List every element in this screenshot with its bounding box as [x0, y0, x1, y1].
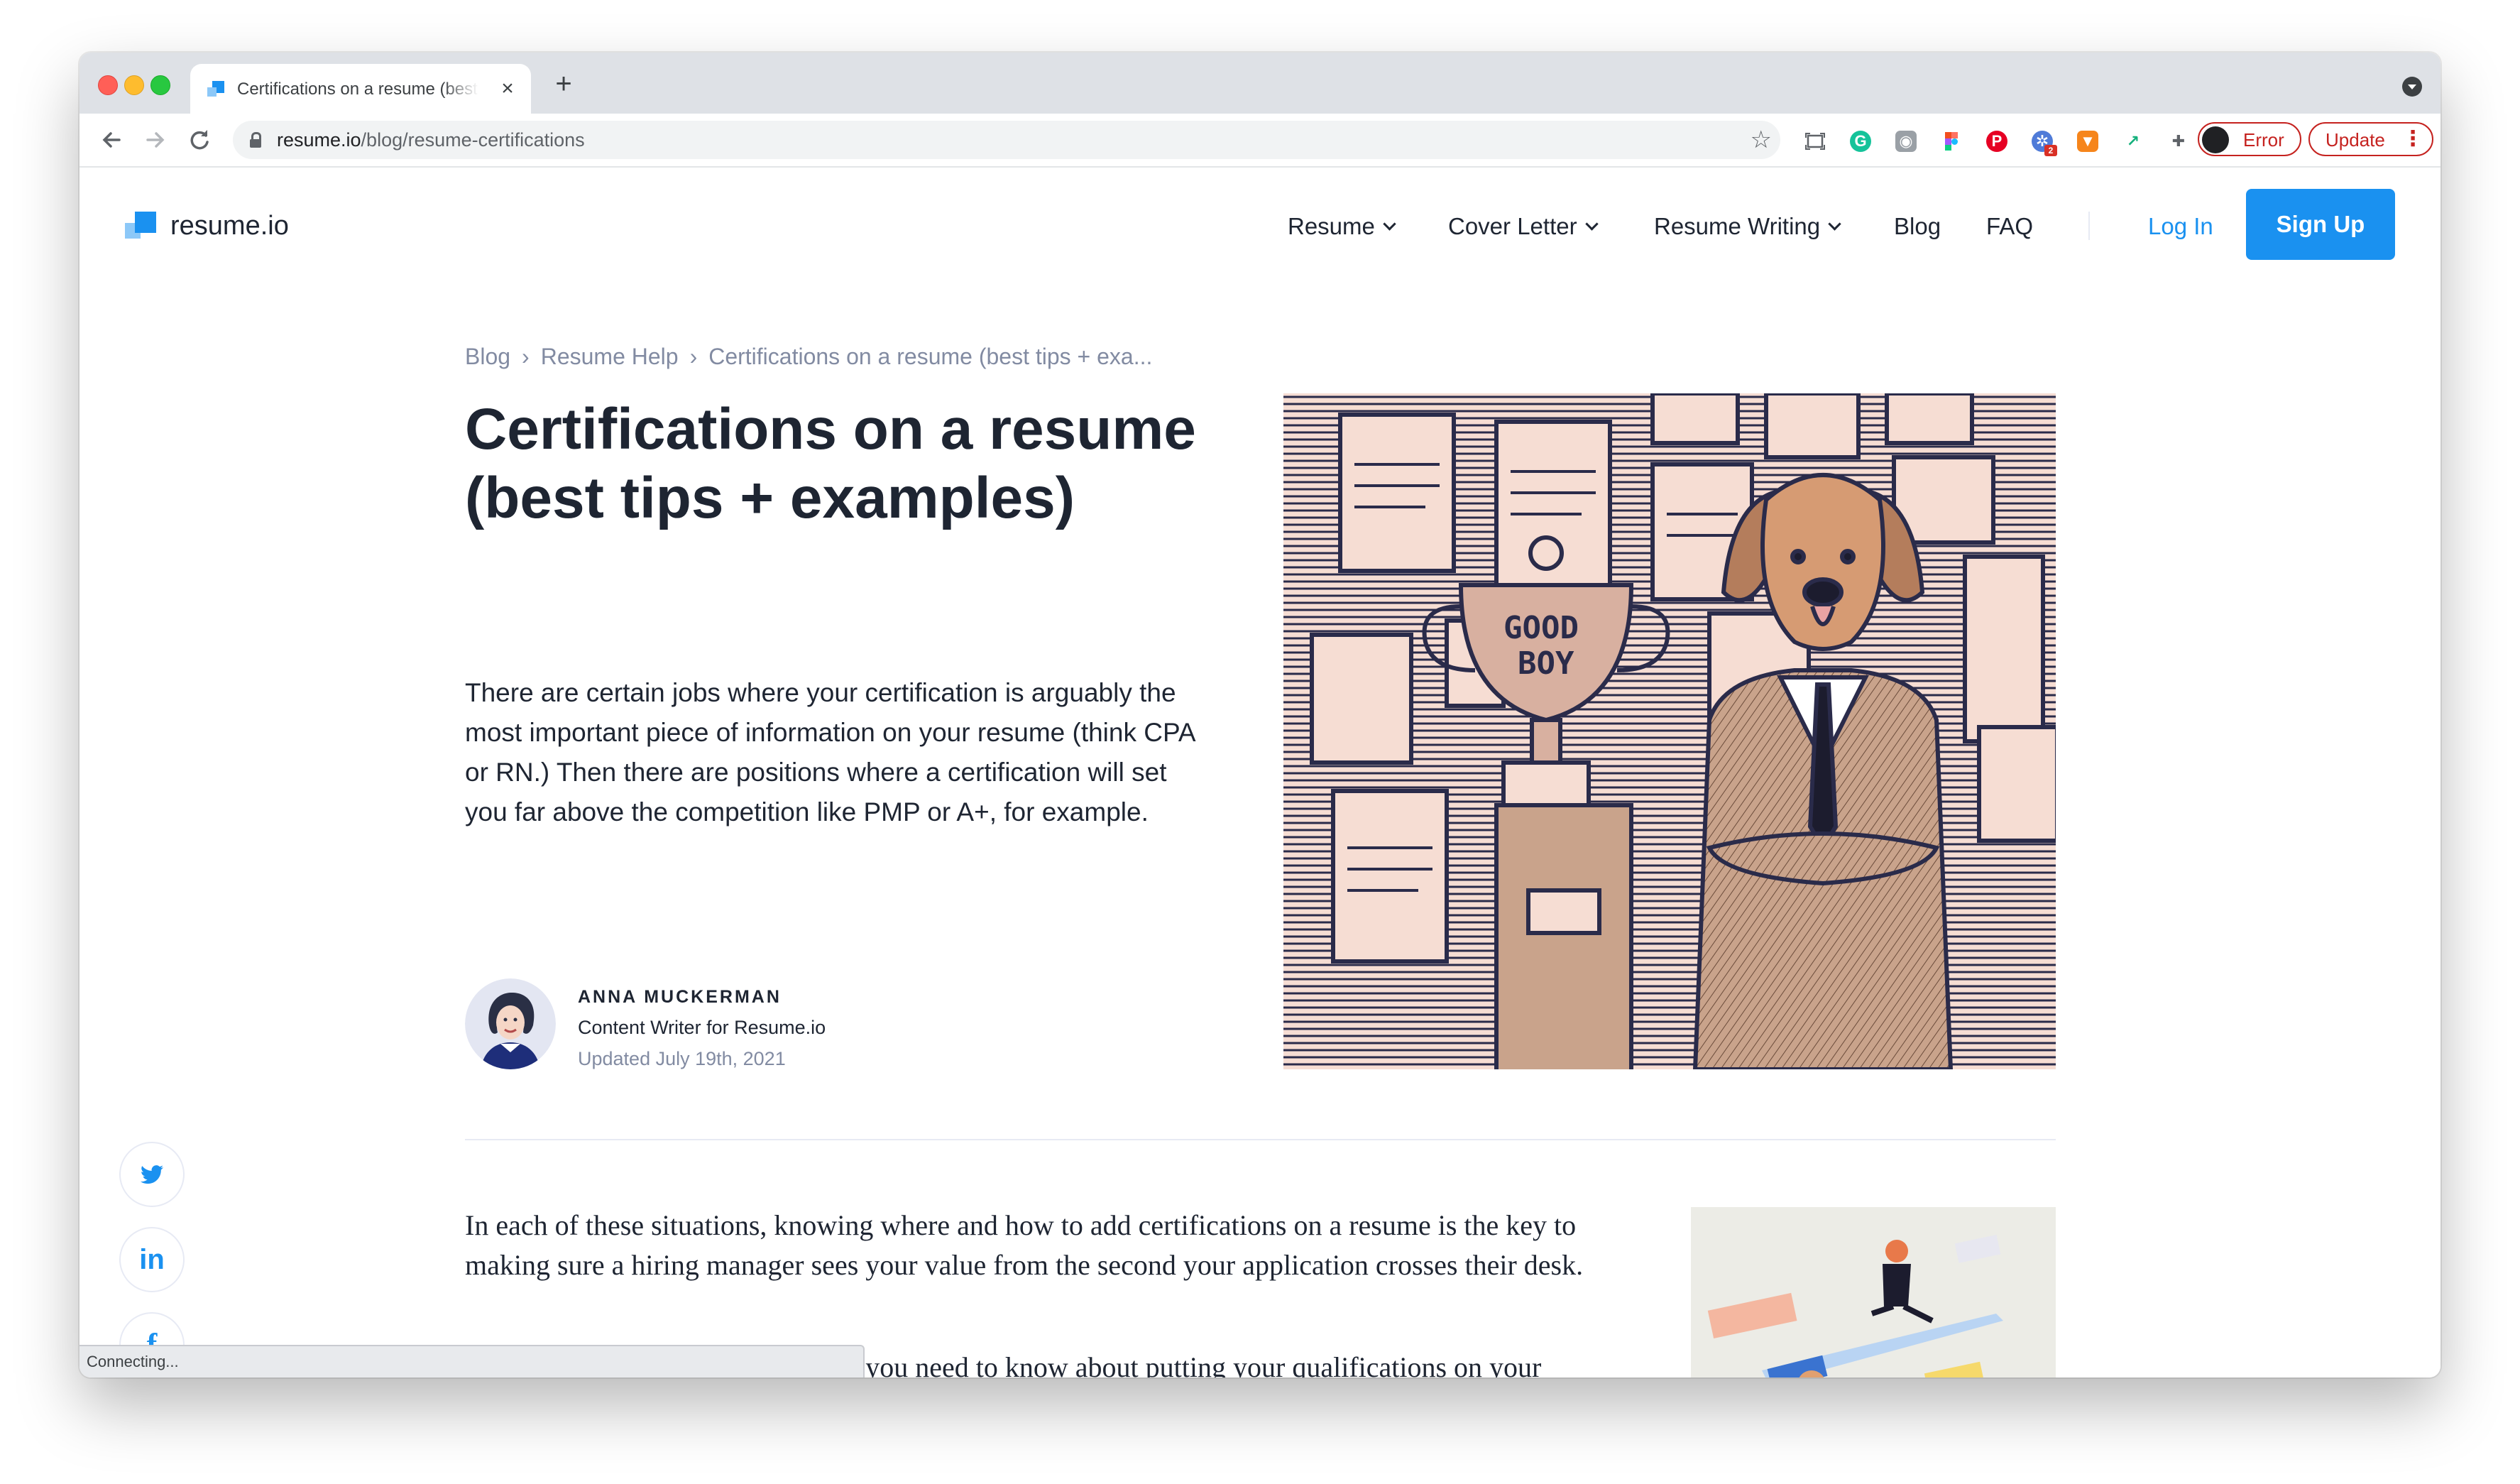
profile-avatar	[2202, 126, 2229, 153]
bird-extension-icon[interactable]: ↗	[2122, 131, 2144, 152]
breadcrumb-blog[interactable]: Blog	[465, 341, 510, 372]
camera-icon[interactable]: ◉	[1895, 131, 1917, 152]
browser-toolbar: resume.io/blog/resume-certifications ☆ G…	[80, 114, 2440, 168]
author-name[interactable]: ANNA MUCKERMAN	[578, 986, 782, 1008]
nav-cover-letter[interactable]: Cover Letter	[1448, 209, 1599, 244]
chevron-down-icon	[1584, 217, 1599, 231]
bookmark-star-icon[interactable]: ☆	[1751, 126, 1772, 153]
section-divider	[465, 1139, 2056, 1140]
update-label: Update	[2325, 129, 2385, 151]
nav-resume-label: Resume	[1288, 213, 1375, 239]
page-title: Certifications on a resume (best tips + …	[465, 397, 1196, 530]
close-window-button[interactable]	[98, 75, 118, 95]
new-tab-button[interactable]: +	[548, 68, 579, 99]
resume-io-logo-icon	[125, 212, 156, 243]
trophy-text-bottom: BOY	[1518, 645, 1574, 682]
logo-text: resume.io	[170, 211, 289, 241]
nav-resume-writing-label: Resume Writing	[1654, 213, 1821, 239]
tab-search-icon[interactable]	[2402, 77, 2422, 97]
pinterest-icon[interactable]: P	[1986, 131, 2007, 152]
url-host: resume.io	[277, 129, 361, 151]
body-paragraph-1: In each of these situations, knowing whe…	[465, 1209, 1584, 1281]
back-arrow-icon[interactable]	[95, 124, 128, 156]
signup-button[interactable]: Sign Up	[2246, 189, 2395, 260]
figma-icon[interactable]	[1941, 131, 1962, 152]
breadcrumb: Blog › Resume Help › Certifications on a res…	[465, 341, 1152, 372]
chevron-down-icon	[1383, 217, 1396, 231]
reload-icon[interactable]	[183, 124, 216, 156]
resume-io-favicon-icon	[207, 81, 224, 97]
active-tab[interactable]: Certifications on a resume (best tips + …	[190, 64, 531, 114]
nav-blog[interactable]: Blog	[1894, 209, 1941, 244]
twitter-icon	[141, 1165, 163, 1184]
browser-menu-icon[interactable]: ⋮	[2402, 126, 2423, 152]
profile-error-label: Error	[2243, 129, 2284, 151]
browser-window: Certifications on a resume (best tips + …	[80, 53, 2440, 1377]
author-role: Content Writer for Resume.io	[578, 1017, 826, 1038]
nav-faq[interactable]: FAQ	[1986, 209, 2033, 244]
forward-arrow-icon[interactable]	[139, 124, 172, 156]
metamask-fox-icon[interactable]: ▼	[2077, 131, 2098, 152]
linkedin-icon: in	[139, 1244, 165, 1275]
extension-badge: 2	[2044, 145, 2057, 156]
breadcrumb-current: Certifications on a resume (best tips + …	[708, 344, 1153, 369]
url-text: resume.io/blog/resume-certifications	[277, 129, 585, 151]
twitter-share-button[interactable]	[119, 1142, 185, 1207]
puzzle-extensions-icon[interactable]: ✚	[2168, 131, 2189, 152]
desktop-background: Certifications on a resume (best tips + …	[0, 0, 2520, 1484]
breadcrumb-separator: ›	[522, 344, 530, 369]
minimize-window-button[interactable]	[124, 75, 144, 95]
profile-error-button[interactable]: Error	[2198, 122, 2301, 156]
chevron-down-icon	[1828, 217, 1841, 231]
tab-strip: Certifications on a resume (best tips + …	[80, 53, 2440, 114]
hero-illustration: GOOD BOY	[1283, 393, 2056, 1069]
grammarly-icon[interactable]: G	[1850, 131, 1871, 152]
update-button[interactable]: Update ⋮	[2308, 122, 2433, 156]
nav-cover-letter-label: Cover Letter	[1448, 213, 1577, 239]
web-page: resume.io Resume Cover Letter Resume Wri…	[80, 168, 2440, 1377]
zoom-window-button[interactable]	[150, 75, 170, 95]
lock-icon	[250, 132, 261, 148]
nav-resume-writing[interactable]: Resume Writing	[1654, 209, 1841, 244]
tab-title: Certifications on a resume (best tips + …	[237, 80, 478, 99]
address-bar[interactable]: resume.io/blog/resume-certifications ☆	[233, 121, 1780, 159]
trophy-text-top: GOOD	[1503, 610, 1579, 646]
article-lead: There are certain jobs where your certif…	[465, 678, 1195, 826]
author-avatar	[465, 978, 556, 1069]
url-path: /blog/resume-certifications	[361, 129, 585, 151]
side-illustration	[1691, 1207, 2056, 1377]
nav-resume[interactable]: Resume	[1288, 209, 1396, 244]
linkedin-share-button[interactable]: in	[119, 1227, 185, 1292]
tab-close-icon[interactable]: ×	[495, 77, 520, 101]
sparkle-extension-icon[interactable]: ✲ 2	[2032, 131, 2057, 156]
screenshot-icon[interactable]	[1804, 131, 1826, 152]
login-link[interactable]: Log In	[2148, 209, 2213, 244]
nav-divider	[2088, 212, 2090, 240]
updated-date: Updated July 19th, 2021	[578, 1048, 786, 1069]
browser-status-bar: Connecting...	[80, 1345, 865, 1377]
breadcrumb-separator: ›	[689, 344, 698, 369]
breadcrumb-resume-help[interactable]: Resume Help	[541, 341, 679, 372]
